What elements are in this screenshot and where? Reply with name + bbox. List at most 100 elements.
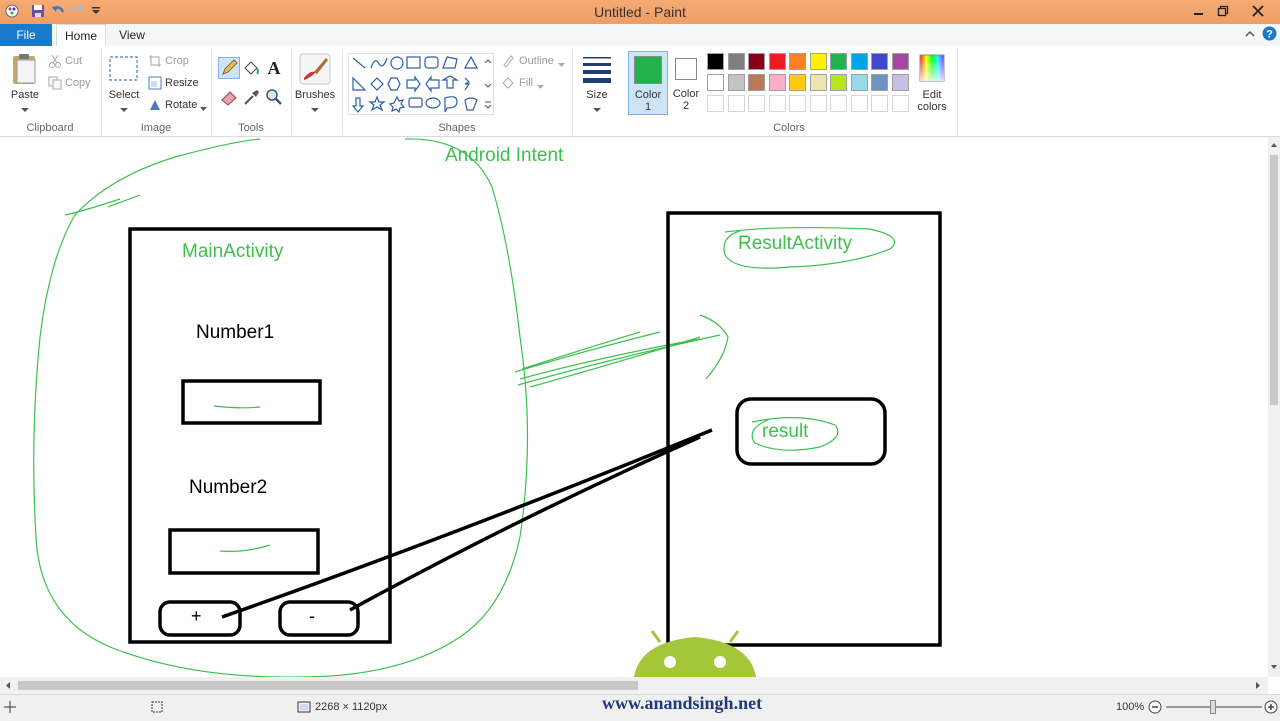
palette-empty-swatch[interactable] <box>830 95 847 112</box>
palette-swatch[interactable] <box>809 74 827 91</box>
size-dropdown-icon[interactable] <box>592 104 602 112</box>
palette-empty-swatch[interactable] <box>707 95 724 112</box>
fill-bucket-icon[interactable] <box>242 58 260 78</box>
palette-swatch[interactable] <box>768 74 786 91</box>
zoom-level-text: 100% <box>1116 701 1145 713</box>
select-icon[interactable] <box>109 56 139 82</box>
palette-swatch[interactable] <box>727 53 745 70</box>
vertical-scrollbar[interactable] <box>1268 137 1280 677</box>
scissors-icon <box>48 54 62 68</box>
pencil-tool-icon[interactable] <box>218 57 240 79</box>
palette-empty-swatch[interactable] <box>850 95 868 112</box>
brushes-dropdown-icon[interactable] <box>310 104 320 112</box>
palette-empty-swatch[interactable] <box>748 95 765 112</box>
tab-view[interactable]: View <box>110 24 154 46</box>
paste-button[interactable]: Paste <box>10 89 40 102</box>
brushes-icon[interactable] <box>298 52 332 86</box>
group-divider <box>957 50 958 134</box>
text-tool-icon[interactable]: A <box>265 57 283 78</box>
palette-swatch[interactable] <box>789 53 806 70</box>
palette-empty-swatch[interactable] <box>891 95 909 112</box>
horizontal-scrollbar[interactable] <box>0 677 1268 694</box>
palette-swatch[interactable] <box>871 53 888 70</box>
svg-text:?: ? <box>1266 29 1273 41</box>
color-picker-icon[interactable] <box>243 88 261 106</box>
close-button[interactable] <box>1236 0 1280 22</box>
palette-swatch[interactable] <box>748 53 765 70</box>
shapes-scroll-icon[interactable] <box>484 58 492 112</box>
brushes-button[interactable]: Brushes <box>292 89 338 102</box>
palette-swatch[interactable] <box>707 53 724 70</box>
copy-icon <box>48 76 62 90</box>
zoom-out-icon[interactable] <box>1148 700 1162 714</box>
rotate-dropdown-icon[interactable] <box>200 103 207 111</box>
palette-empty-swatch[interactable] <box>727 95 745 112</box>
cursor-position-icon <box>4 701 16 713</box>
palette-swatch[interactable] <box>871 74 888 91</box>
palette-swatch[interactable] <box>809 53 827 70</box>
palette-swatch[interactable] <box>748 74 765 91</box>
edit-colors-button-line2[interactable]: colors <box>914 101 950 114</box>
minus-label: - <box>309 606 315 626</box>
select-button[interactable]: Select <box>104 89 144 102</box>
fill-button[interactable]: Fill <box>519 77 533 90</box>
result-activity-label: ResultActivity <box>738 233 853 254</box>
size-button[interactable]: Size <box>579 89 615 102</box>
palette-empty-swatch[interactable] <box>768 95 786 112</box>
tab-home[interactable]: Home <box>56 24 106 47</box>
copy-button[interactable]: Copy <box>65 77 91 90</box>
eraser-icon[interactable] <box>220 88 238 106</box>
color1-button[interactable]: Color 1 <box>628 51 668 115</box>
resize-button[interactable]: Resize <box>165 77 199 90</box>
color2-number: 2 <box>682 100 690 112</box>
ribbon-tab-bar <box>0 24 1280 47</box>
color1-number: 1 <box>644 101 652 113</box>
result-label: result <box>762 421 809 442</box>
select-dropdown-icon[interactable] <box>119 104 129 112</box>
canvas[interactable]: Android Intent MainActivity Number1 Numb… <box>0 137 1268 677</box>
canvas-size-text: 2268 × 1120px <box>315 701 388 713</box>
palette-swatch[interactable] <box>768 53 786 70</box>
shapes-gallery[interactable] <box>348 53 494 115</box>
color2-button[interactable]: Color 2 <box>671 51 701 115</box>
tab-file[interactable]: File <box>0 24 52 46</box>
size-icon[interactable] <box>581 54 613 84</box>
fill-dropdown-icon[interactable] <box>537 81 544 89</box>
palette-empty-swatch[interactable] <box>789 95 806 112</box>
palette-empty-swatch[interactable] <box>871 95 888 112</box>
paste-dropdown-icon[interactable] <box>20 104 30 112</box>
palette-swatch[interactable] <box>850 74 868 91</box>
number1-label: Number1 <box>196 322 275 343</box>
cut-button[interactable]: Cut <box>65 55 82 68</box>
palette-swatch[interactable] <box>891 53 909 70</box>
crop-button[interactable]: Crop <box>165 55 189 68</box>
palette-swatch[interactable] <box>850 53 868 70</box>
group-label-tools: Tools <box>238 122 264 134</box>
color2-swatch <box>675 58 697 80</box>
magnifier-icon[interactable] <box>265 88 283 106</box>
palette-swatch[interactable] <box>891 74 909 91</box>
palette-swatch[interactable] <box>789 74 806 91</box>
help-icon[interactable]: ? <box>1262 26 1277 41</box>
outline-button[interactable]: Outline <box>519 55 554 68</box>
rotate-icon <box>148 98 162 112</box>
paste-icon[interactable] <box>10 52 40 86</box>
palette-swatch[interactable] <box>830 53 847 70</box>
palette-empty-swatch[interactable] <box>809 95 827 112</box>
zoom-slider-thumb[interactable] <box>1210 700 1216 714</box>
group-label-image: Image <box>140 122 172 134</box>
restore-button[interactable] <box>1208 0 1238 22</box>
minimize-ribbon-icon[interactable] <box>1244 28 1256 40</box>
rotate-button[interactable]: Rotate <box>165 99 197 112</box>
group-divider <box>572 50 573 134</box>
palette-swatch[interactable] <box>727 74 745 91</box>
crop-icon <box>148 54 162 68</box>
android-logo-icon <box>634 630 756 677</box>
outline-dropdown-icon[interactable] <box>558 59 565 67</box>
svg-text:A: A <box>268 58 281 77</box>
number2-label: Number2 <box>189 477 268 498</box>
palette-swatch[interactable] <box>830 74 847 91</box>
zoom-in-icon[interactable] <box>1264 700 1278 714</box>
palette-swatch[interactable] <box>707 74 724 91</box>
edit-colors-icon[interactable] <box>919 54 945 82</box>
